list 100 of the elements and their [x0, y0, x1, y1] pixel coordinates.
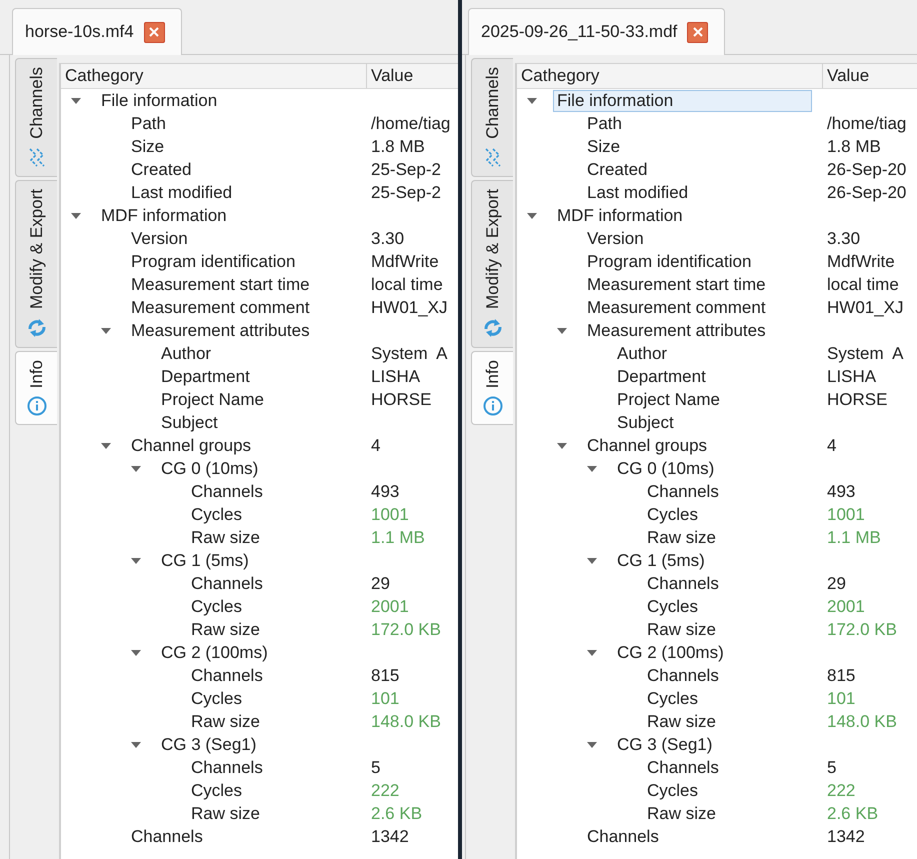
tree-item-label[interactable]: Raw size	[643, 618, 720, 640]
tree-item-label[interactable]: Channel groups	[583, 434, 712, 456]
tree-item-label[interactable]: Cycles	[643, 596, 702, 618]
tree-item-label[interactable]: Cycles	[643, 780, 702, 802]
tree-item-label[interactable]: Cycles	[643, 504, 702, 526]
tree-item-label[interactable]: Channels	[643, 480, 723, 502]
expand-arrow-icon[interactable]	[587, 556, 597, 564]
column-header[interactable]: Cathegory	[61, 64, 367, 88]
tree-item-label[interactable]: Raw size	[643, 802, 720, 824]
expand-arrow-icon[interactable]	[131, 740, 141, 748]
tree-item-label[interactable]: Channels	[187, 664, 267, 686]
tree-item-label[interactable]: CG 3 (Seg1)	[613, 734, 716, 756]
document-tab[interactable]: 2025-09-26_11-50-33.mdf	[468, 8, 726, 55]
expand-arrow-icon[interactable]	[587, 464, 597, 472]
tree-item-label[interactable]: Project Name	[157, 388, 268, 410]
tree-item-value: 1.1 MB	[370, 526, 425, 549]
info-icon	[482, 396, 502, 416]
tree-item-label[interactable]: Cycles	[187, 780, 246, 802]
tree-item-label[interactable]: Channels	[187, 756, 267, 778]
tree-item-label[interactable]: CG 1 (5ms)	[613, 550, 709, 572]
tree-item-label[interactable]: Raw size	[643, 710, 720, 732]
tree-item-label[interactable]: Channels	[187, 480, 267, 502]
tree-item-label[interactable]: Measurement comment	[583, 296, 770, 318]
expand-arrow-icon[interactable]	[557, 442, 567, 450]
column-header[interactable]: Value	[823, 64, 870, 88]
side-tab[interactable]: Modify & Export	[15, 180, 57, 348]
document-tab[interactable]: horse-10s.mf4	[12, 8, 182, 55]
tree-item-label[interactable]: Cycles	[643, 688, 702, 710]
tree-item-label[interactable]: Program identification	[583, 250, 756, 272]
tree-item-label[interactable]: Author	[613, 342, 672, 364]
tree-item-label[interactable]: Channels	[127, 826, 207, 848]
tree-item-label[interactable]: File information	[553, 90, 812, 112]
expand-arrow-icon[interactable]	[131, 556, 141, 564]
tree-item-label[interactable]: Cycles	[187, 688, 246, 710]
tree-item-label[interactable]: Created	[127, 158, 196, 180]
tree-item-label[interactable]: Measurement comment	[127, 296, 314, 318]
close-button[interactable]	[144, 22, 165, 42]
side-tab[interactable]: Channels	[15, 58, 57, 177]
tree-item-label[interactable]: Channels	[643, 572, 723, 594]
tree-item-label[interactable]: Channels	[643, 664, 723, 686]
tree-item-label[interactable]: Cycles	[187, 596, 246, 618]
tree-item-label[interactable]: Measurement attributes	[127, 320, 314, 342]
tree-item-label[interactable]: CG 2 (100ms)	[157, 642, 272, 664]
tree-item-label[interactable]: Project Name	[613, 388, 724, 410]
expand-arrow-icon[interactable]	[101, 442, 111, 450]
expand-arrow-icon[interactable]	[587, 740, 597, 748]
side-tab[interactable]: Info	[15, 350, 57, 426]
tree-item-label[interactable]: Program identification	[127, 250, 300, 272]
tree-item-label[interactable]: Channels	[187, 572, 267, 594]
expand-arrow-icon[interactable]	[527, 96, 537, 104]
close-button[interactable]	[687, 22, 708, 42]
tree-item-label[interactable]: CG 0 (10ms)	[157, 458, 262, 480]
expand-arrow-icon[interactable]	[557, 326, 567, 334]
tree-item-label[interactable]: MDF information	[553, 204, 687, 226]
tree-item-label[interactable]: Raw size	[187, 526, 264, 548]
side-tab[interactable]: Channels	[471, 58, 513, 177]
tree-item-label[interactable]: Size	[583, 136, 624, 158]
expand-arrow-icon[interactable]	[131, 648, 141, 656]
expand-arrow-icon[interactable]	[71, 96, 81, 104]
tree-item-value: HORSE	[370, 388, 432, 411]
tree-item-label[interactable]: MDF information	[97, 204, 231, 226]
column-header[interactable]: Value	[367, 64, 414, 88]
tree-item-label[interactable]: Cycles	[187, 504, 246, 526]
tree-item-label[interactable]: Channels	[643, 756, 723, 778]
expand-arrow-icon[interactable]	[527, 212, 537, 220]
expand-arrow-icon[interactable]	[131, 464, 141, 472]
tree-item-value: 29	[826, 572, 846, 595]
tree-item-label[interactable]: Raw size	[187, 618, 264, 640]
tree-item-label[interactable]: File information	[97, 90, 222, 112]
side-tab[interactable]: Modify & Export	[471, 180, 513, 348]
tree-item-label[interactable]: CG 3 (Seg1)	[157, 734, 260, 756]
side-tab[interactable]: Info	[471, 350, 513, 426]
tree-item-label[interactable]: Author	[157, 342, 216, 364]
expand-arrow-icon[interactable]	[101, 326, 111, 334]
expand-arrow-icon[interactable]	[587, 648, 597, 656]
tree-item-label[interactable]: Channels	[583, 826, 663, 848]
tree-item-label[interactable]: Channel groups	[127, 434, 256, 456]
tree-item-label[interactable]: Department	[157, 366, 254, 388]
tree-item-label[interactable]: Measurement start time	[583, 274, 770, 296]
tree-item-label[interactable]: Size	[127, 136, 168, 158]
tree-item-label[interactable]: Path	[127, 112, 170, 134]
column-header[interactable]: Cathegory	[517, 64, 823, 88]
tree-item-label[interactable]: Last modified	[127, 182, 236, 204]
tree-item-label[interactable]: Subject	[613, 412, 678, 434]
tree-item-label[interactable]: CG 0 (10ms)	[613, 458, 718, 480]
tree-item-label[interactable]: Raw size	[643, 526, 720, 548]
tree-item-label[interactable]: Raw size	[187, 710, 264, 732]
expand-arrow-icon[interactable]	[71, 212, 81, 220]
tree-item-label[interactable]: Version	[583, 228, 648, 250]
tree-item-label[interactable]: CG 2 (100ms)	[613, 642, 728, 664]
tree-item-label[interactable]: Subject	[157, 412, 222, 434]
tree-item-label[interactable]: Created	[583, 158, 652, 180]
tree-item-label[interactable]: Raw size	[187, 802, 264, 824]
tree-item-label[interactable]: Version	[127, 228, 192, 250]
tree-item-label[interactable]: Department	[613, 366, 710, 388]
tree-item-label[interactable]: Measurement start time	[127, 274, 314, 296]
tree-item-label[interactable]: Measurement attributes	[583, 320, 770, 342]
tree-item-label[interactable]: CG 1 (5ms)	[157, 550, 253, 572]
tree-item-label[interactable]: Path	[583, 112, 626, 134]
tree-item-label[interactable]: Last modified	[583, 182, 692, 204]
